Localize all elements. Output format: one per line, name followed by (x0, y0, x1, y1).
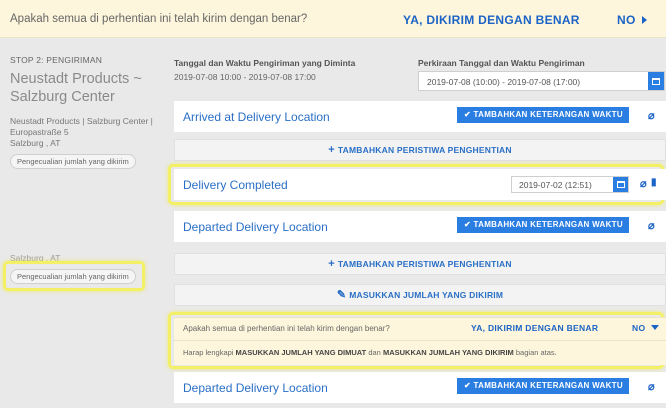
exception-badge-2[interactable]: Pengecualian jumlah yang dikirim (10, 269, 136, 284)
banner-yes-button[interactable]: YA, DIKIRIM DENGAN BENAR (403, 13, 580, 27)
event-date-input[interactable]: 2019-07-02 (12:51) (511, 176, 629, 193)
plus-icon: + (328, 144, 335, 156)
event-date-text: 2019-07-02 (12:51) (519, 180, 592, 190)
event-row-departed-2: Departed Delivery Location ✔ TAMBAHKAN K… (174, 372, 666, 403)
calendar-icon (652, 77, 660, 85)
event-row-departed: Departed Delivery Location ✔ TAMBAHKAN K… (174, 211, 666, 242)
requested-datetime-value: 2019-07-08 10:00 - 2019-07-08 17:00 (174, 72, 316, 82)
banner-question: Apakah semua di perhentian ini telah kir… (10, 13, 308, 25)
event-title: Arrived at Delivery Location (183, 110, 330, 124)
delivery-warning: Apakah semua di perhentian ini telah kir… (174, 317, 666, 365)
plus-icon: + (328, 258, 335, 270)
calendar-icon (616, 181, 625, 188)
event-title: Departed Delivery Location (183, 381, 328, 395)
loaded-qty-link: MASUKKAN JUMLAH YANG DIMUAT (235, 348, 367, 357)
estimated-datetime-header: Perkiraan Tanggal dan Waktu Pengiriman (418, 58, 585, 68)
address-line: Salzburg , AT (10, 138, 61, 148)
stop-address: Neustadt Products | Salzburg Center | Eu… (10, 116, 170, 149)
banner-no-button[interactable]: NO (617, 13, 647, 27)
event-title: Departed Delivery Location (183, 220, 328, 234)
add-time-button[interactable]: ✔ TAMBAHKAN KETERANGAN WAKTU (457, 107, 629, 123)
delivered-qty-link: MASUKKAN JUMLAH YANG DIKIRIM (382, 348, 514, 357)
warning-no-button[interactable]: NO (632, 323, 660, 333)
warning-question: Apakah semua di perhentian ini telah kir… (183, 324, 390, 333)
add-time-button[interactable]: ✔ TAMBAHKAN KETERANGAN WAKTU (457, 378, 629, 394)
event-title: Delivery Completed (183, 178, 288, 192)
event-row-arrived: Arrived at Delivery Location ✔ TAMBAHKAN… (174, 101, 666, 132)
stop-title: Neustadt Products ~ Salzburg Center (10, 71, 142, 105)
caret-right-icon (641, 16, 647, 24)
enter-delivered-qty-button[interactable]: ✎ MASUKKAN JUMLAH YANG DIKIRIM (174, 284, 666, 306)
caret-down-icon (651, 325, 660, 330)
estimated-datetime-text: 2019-07-08 (10:00) - 2019-07-08 (17:00) (427, 77, 581, 87)
calendar-button[interactable] (613, 177, 628, 192)
delivery-confirmation-banner: Apakah semua di perhentian ini telah kir… (0, 0, 666, 38)
add-stop-event-button[interactable]: + TAMBAHKAN PERISTIWA PENGHENTIAN (174, 253, 666, 275)
paperclip-icon[interactable]: ⌀ (648, 109, 655, 122)
add-stop-event-button[interactable]: + TAMBAHKAN PERISTIWA PENGHENTIAN (174, 139, 666, 161)
calendar-button[interactable] (648, 72, 664, 90)
stop-label: STOP 2: PENGIRIMAN (10, 55, 103, 65)
event-row-completed: Delivery Completed 2019-07-02 (12:51) ⌀ … (174, 169, 666, 200)
warning-message: Harap lengkapi MASUKKAN JUMLAH YANG DIMU… (183, 348, 557, 357)
divider (174, 340, 666, 341)
paperclip-icon[interactable]: ⌀ (648, 380, 655, 393)
edit-icon: ✎ (336, 289, 347, 301)
address-line: Europastraße 5 (10, 127, 69, 137)
warning-yes-button[interactable]: YA, DIKIRIM DENGAN BENAR (471, 323, 598, 333)
address-line: Neustadt Products | Salzburg Center | (10, 116, 153, 126)
estimated-datetime-input[interactable]: 2019-07-08 (10:00) - 2019-07-08 (17:00) (418, 71, 665, 91)
exception-badge[interactable]: Pengecualian jumlah yang dikirim (10, 154, 136, 169)
requested-datetime-header: Tanggal dan Waktu Pengiriman yang Dimint… (174, 58, 356, 68)
trash-icon[interactable]: ▮ (651, 177, 657, 188)
paperclip-icon[interactable]: ⌀ (640, 177, 647, 190)
add-time-button[interactable]: ✔ TAMBAHKAN KETERANGAN WAKTU (457, 217, 629, 233)
paperclip-icon[interactable]: ⌀ (648, 219, 655, 232)
